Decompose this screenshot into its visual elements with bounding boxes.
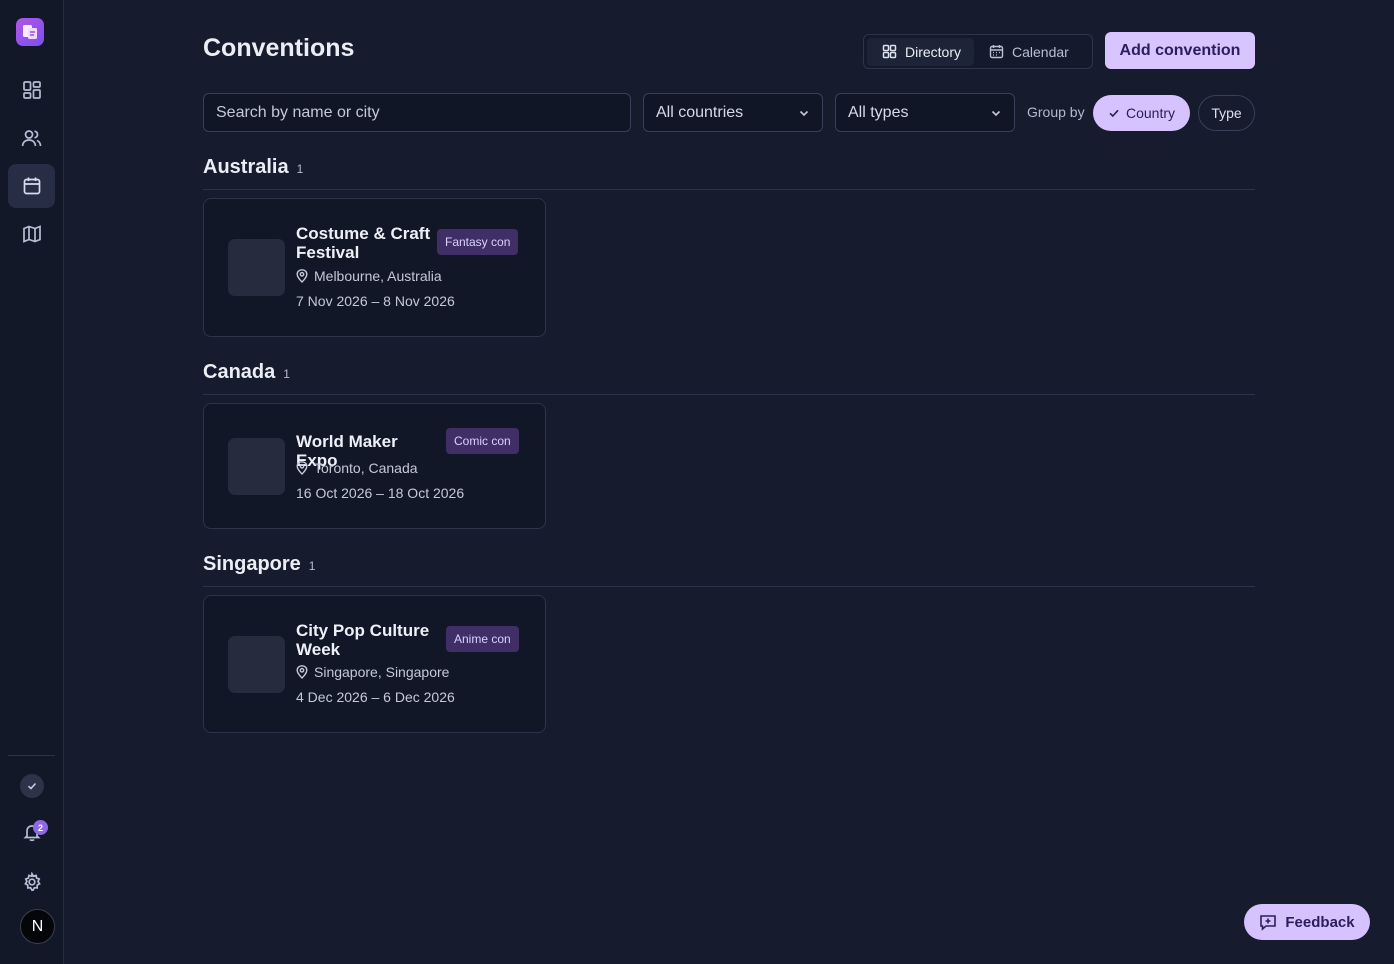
calendar-icon bbox=[989, 45, 1004, 59]
group-name: Singapore bbox=[203, 553, 301, 575]
grid-icon bbox=[882, 44, 897, 59]
nav-dashboard[interactable] bbox=[8, 68, 55, 112]
convention-title: Costume & Craft Festival bbox=[296, 224, 431, 262]
dashboard-icon bbox=[22, 81, 41, 99]
group-by-country-label: Country bbox=[1125, 105, 1176, 121]
chevron-down-icon bbox=[991, 110, 1001, 116]
group-divider bbox=[203, 189, 1255, 190]
nav-people[interactable] bbox=[8, 116, 55, 160]
group-name: Canada bbox=[203, 361, 276, 383]
user-avatar[interactable]: N bbox=[20, 909, 55, 944]
group-count: 1 bbox=[283, 367, 290, 381]
country-filter-value: All countries bbox=[656, 103, 744, 121]
convention-dates: 4 Dec 2026 – 6 Dec 2026 bbox=[296, 689, 455, 705]
people-icon bbox=[21, 130, 42, 147]
group-divider bbox=[203, 586, 1255, 587]
map-pin-icon bbox=[296, 269, 308, 283]
status-indicator[interactable] bbox=[20, 774, 44, 798]
add-convention-button[interactable]: Add convention bbox=[1105, 32, 1255, 69]
convention-location-text: Singapore, Singapore bbox=[314, 664, 450, 680]
group-count: 1 bbox=[296, 162, 304, 176]
notification-count-badge: 2 bbox=[33, 820, 48, 835]
convention-card[interactable]: World Maker Expo Comic con Toronto, Cana… bbox=[203, 403, 546, 529]
calendar-icon bbox=[23, 177, 40, 195]
view-calendar-button[interactable]: Calendar bbox=[974, 38, 1082, 66]
convention-type-badge: Fantasy con bbox=[437, 229, 519, 255]
convention-dates: 16 Oct 2026 – 18 Oct 2026 bbox=[296, 485, 465, 501]
feedback-label: Feedback bbox=[1285, 913, 1355, 931]
message-plus-icon bbox=[1260, 915, 1277, 931]
map-pin-icon bbox=[296, 665, 308, 679]
nav-calendar[interactable] bbox=[8, 164, 55, 208]
group-header: Singapore 1 bbox=[203, 553, 315, 576]
sidebar-divider bbox=[8, 755, 55, 756]
nav-map[interactable] bbox=[8, 212, 55, 256]
convention-location: Melbourne, Australia bbox=[296, 268, 442, 284]
convention-card[interactable]: Costume & Craft Festival Fantasy con Mel… bbox=[203, 198, 546, 337]
convention-thumbnail bbox=[228, 438, 285, 495]
check-icon bbox=[1109, 109, 1119, 118]
group-divider bbox=[203, 394, 1255, 395]
group-by-country-pill[interactable]: Country bbox=[1093, 95, 1190, 131]
type-filter-value: All types bbox=[848, 103, 909, 121]
view-directory-label: Directory bbox=[905, 43, 962, 60]
convention-type-badge: Comic con bbox=[446, 428, 519, 454]
logo-icon bbox=[23, 25, 37, 39]
gear-icon bbox=[24, 872, 41, 892]
convention-location-text: Toronto, Canada bbox=[314, 460, 418, 476]
feedback-button[interactable]: Feedback bbox=[1244, 904, 1370, 940]
type-filter-select[interactable]: All types bbox=[835, 93, 1015, 132]
sidebar: 2 N bbox=[0, 0, 64, 964]
search-input[interactable] bbox=[203, 93, 631, 132]
convention-type-badge: Anime con bbox=[446, 626, 519, 652]
group-header: Australia 1 bbox=[203, 156, 303, 179]
map-icon bbox=[22, 225, 41, 243]
convention-location: Singapore, Singapore bbox=[296, 664, 449, 680]
chevron-down-icon bbox=[799, 110, 809, 116]
group-by-type-label: Type bbox=[1211, 105, 1242, 121]
group-by-type-pill[interactable]: Type bbox=[1198, 95, 1255, 131]
group-header: Canada 1 bbox=[203, 361, 290, 384]
group-by-label: Group by bbox=[1027, 104, 1085, 120]
convention-title: City Pop Culture Week bbox=[296, 621, 430, 659]
convention-thumbnail bbox=[228, 636, 285, 693]
map-pin-icon bbox=[296, 461, 308, 475]
country-filter-select[interactable]: All countries bbox=[643, 93, 823, 132]
convention-card[interactable]: City Pop Culture Week Anime con Singapor… bbox=[203, 595, 546, 733]
view-toggle: Directory Calendar bbox=[863, 34, 1093, 69]
group-count: 1 bbox=[308, 559, 316, 573]
page-title: Conventions bbox=[203, 34, 355, 62]
convention-location: Toronto, Canada bbox=[296, 460, 418, 476]
view-directory-button[interactable]: Directory bbox=[867, 37, 975, 66]
app-logo[interactable] bbox=[16, 18, 44, 46]
convention-dates: 7 Nov 2026 – 8 Nov 2026 bbox=[296, 293, 455, 309]
group-name: Australia bbox=[203, 156, 289, 178]
check-icon bbox=[27, 782, 37, 790]
convention-thumbnail bbox=[228, 239, 285, 296]
view-calendar-label: Calendar bbox=[1012, 43, 1069, 60]
convention-location-text: Melbourne, Australia bbox=[314, 268, 442, 284]
settings-button[interactable] bbox=[18, 868, 46, 896]
